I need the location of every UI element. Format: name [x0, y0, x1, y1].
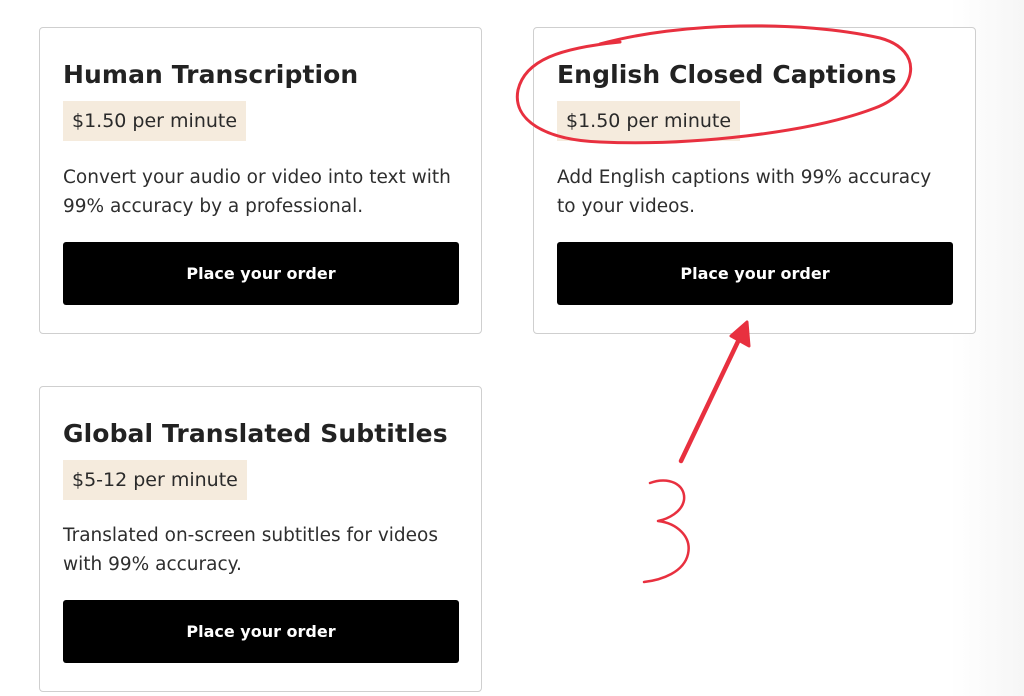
card-title: Human Transcription [63, 60, 359, 89]
price-badge: $1.50 per minute [557, 101, 741, 141]
annotation-arrow-shaft [678, 328, 746, 464]
place-order-button[interactable]: Place your order [63, 242, 459, 305]
service-card-human-transcription: Human Transcription $1.50 per minute Con… [39, 27, 482, 334]
card-title: Global Translated Subtitles [63, 419, 448, 448]
annotation-number-three [642, 479, 690, 584]
place-order-button[interactable]: Place your order [63, 600, 459, 663]
card-description: Convert your audio or video into text wi… [63, 167, 451, 217]
price-badge: $5-12 per minute [63, 460, 247, 500]
place-order-button[interactable]: Place your order [557, 242, 953, 305]
service-card-global-translated-subtitles: Global Translated Subtitles $5-12 per mi… [39, 386, 482, 692]
card-description: Add English captions with 99% accuracy t… [557, 167, 932, 217]
card-description: Translated on-screen subtitles for video… [63, 525, 439, 575]
card-title: English Closed Captions [557, 60, 897, 89]
service-card-english-closed-captions: English Closed Captions $1.50 per minute… [533, 27, 976, 334]
price-badge: $1.50 per minute [63, 101, 247, 141]
